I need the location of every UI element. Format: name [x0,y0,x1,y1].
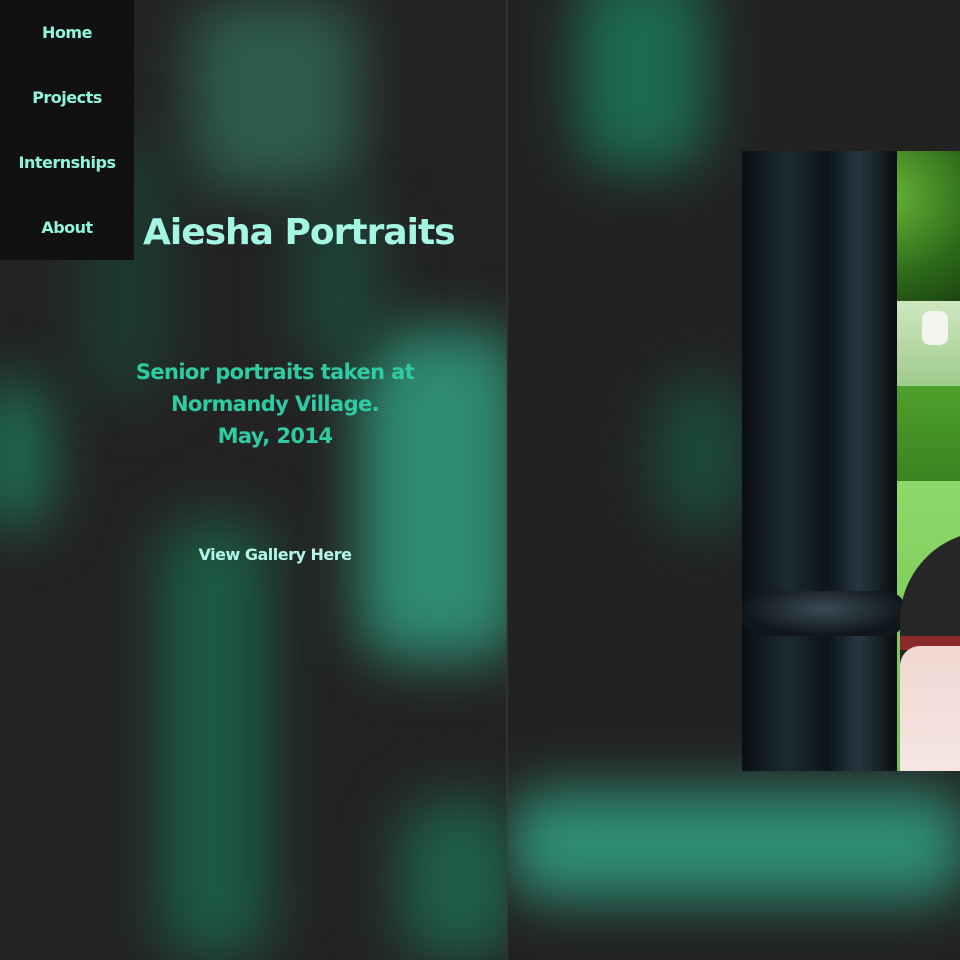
background-glow [160,520,270,960]
background-glow [657,380,747,530]
photo-subject-skin [900,646,960,771]
background-glow [190,0,360,190]
photo-lamp-post [742,151,897,771]
panel-divider [506,0,508,960]
background-glow [577,0,707,170]
view-gallery-link[interactable]: View Gallery Here [175,545,375,564]
description-line: Senior portraits taken at [135,360,415,384]
background-glow [0,380,50,530]
photo-post-ring [742,591,907,636]
nav-item-internships[interactable]: Internships [0,130,134,195]
nav-item-projects[interactable]: Projects [0,65,134,130]
project-title: Aiesha Portraits [143,212,456,253]
background-glow [507,790,960,900]
nav-item-home[interactable]: Home [0,0,134,65]
page: Home Projects Internships About Aiesha P… [0,0,960,960]
background-glow [400,800,507,960]
description-line: Normandy Village. [170,392,380,416]
photo-lamp [922,311,948,345]
description-line: May, 2014 [217,424,333,448]
main-navigation: Home Projects Internships About [0,0,134,260]
nav-item-about[interactable]: About [0,195,134,260]
portrait-photo [742,151,960,771]
project-description: Senior portraits taken at Normandy Villa… [130,356,420,452]
